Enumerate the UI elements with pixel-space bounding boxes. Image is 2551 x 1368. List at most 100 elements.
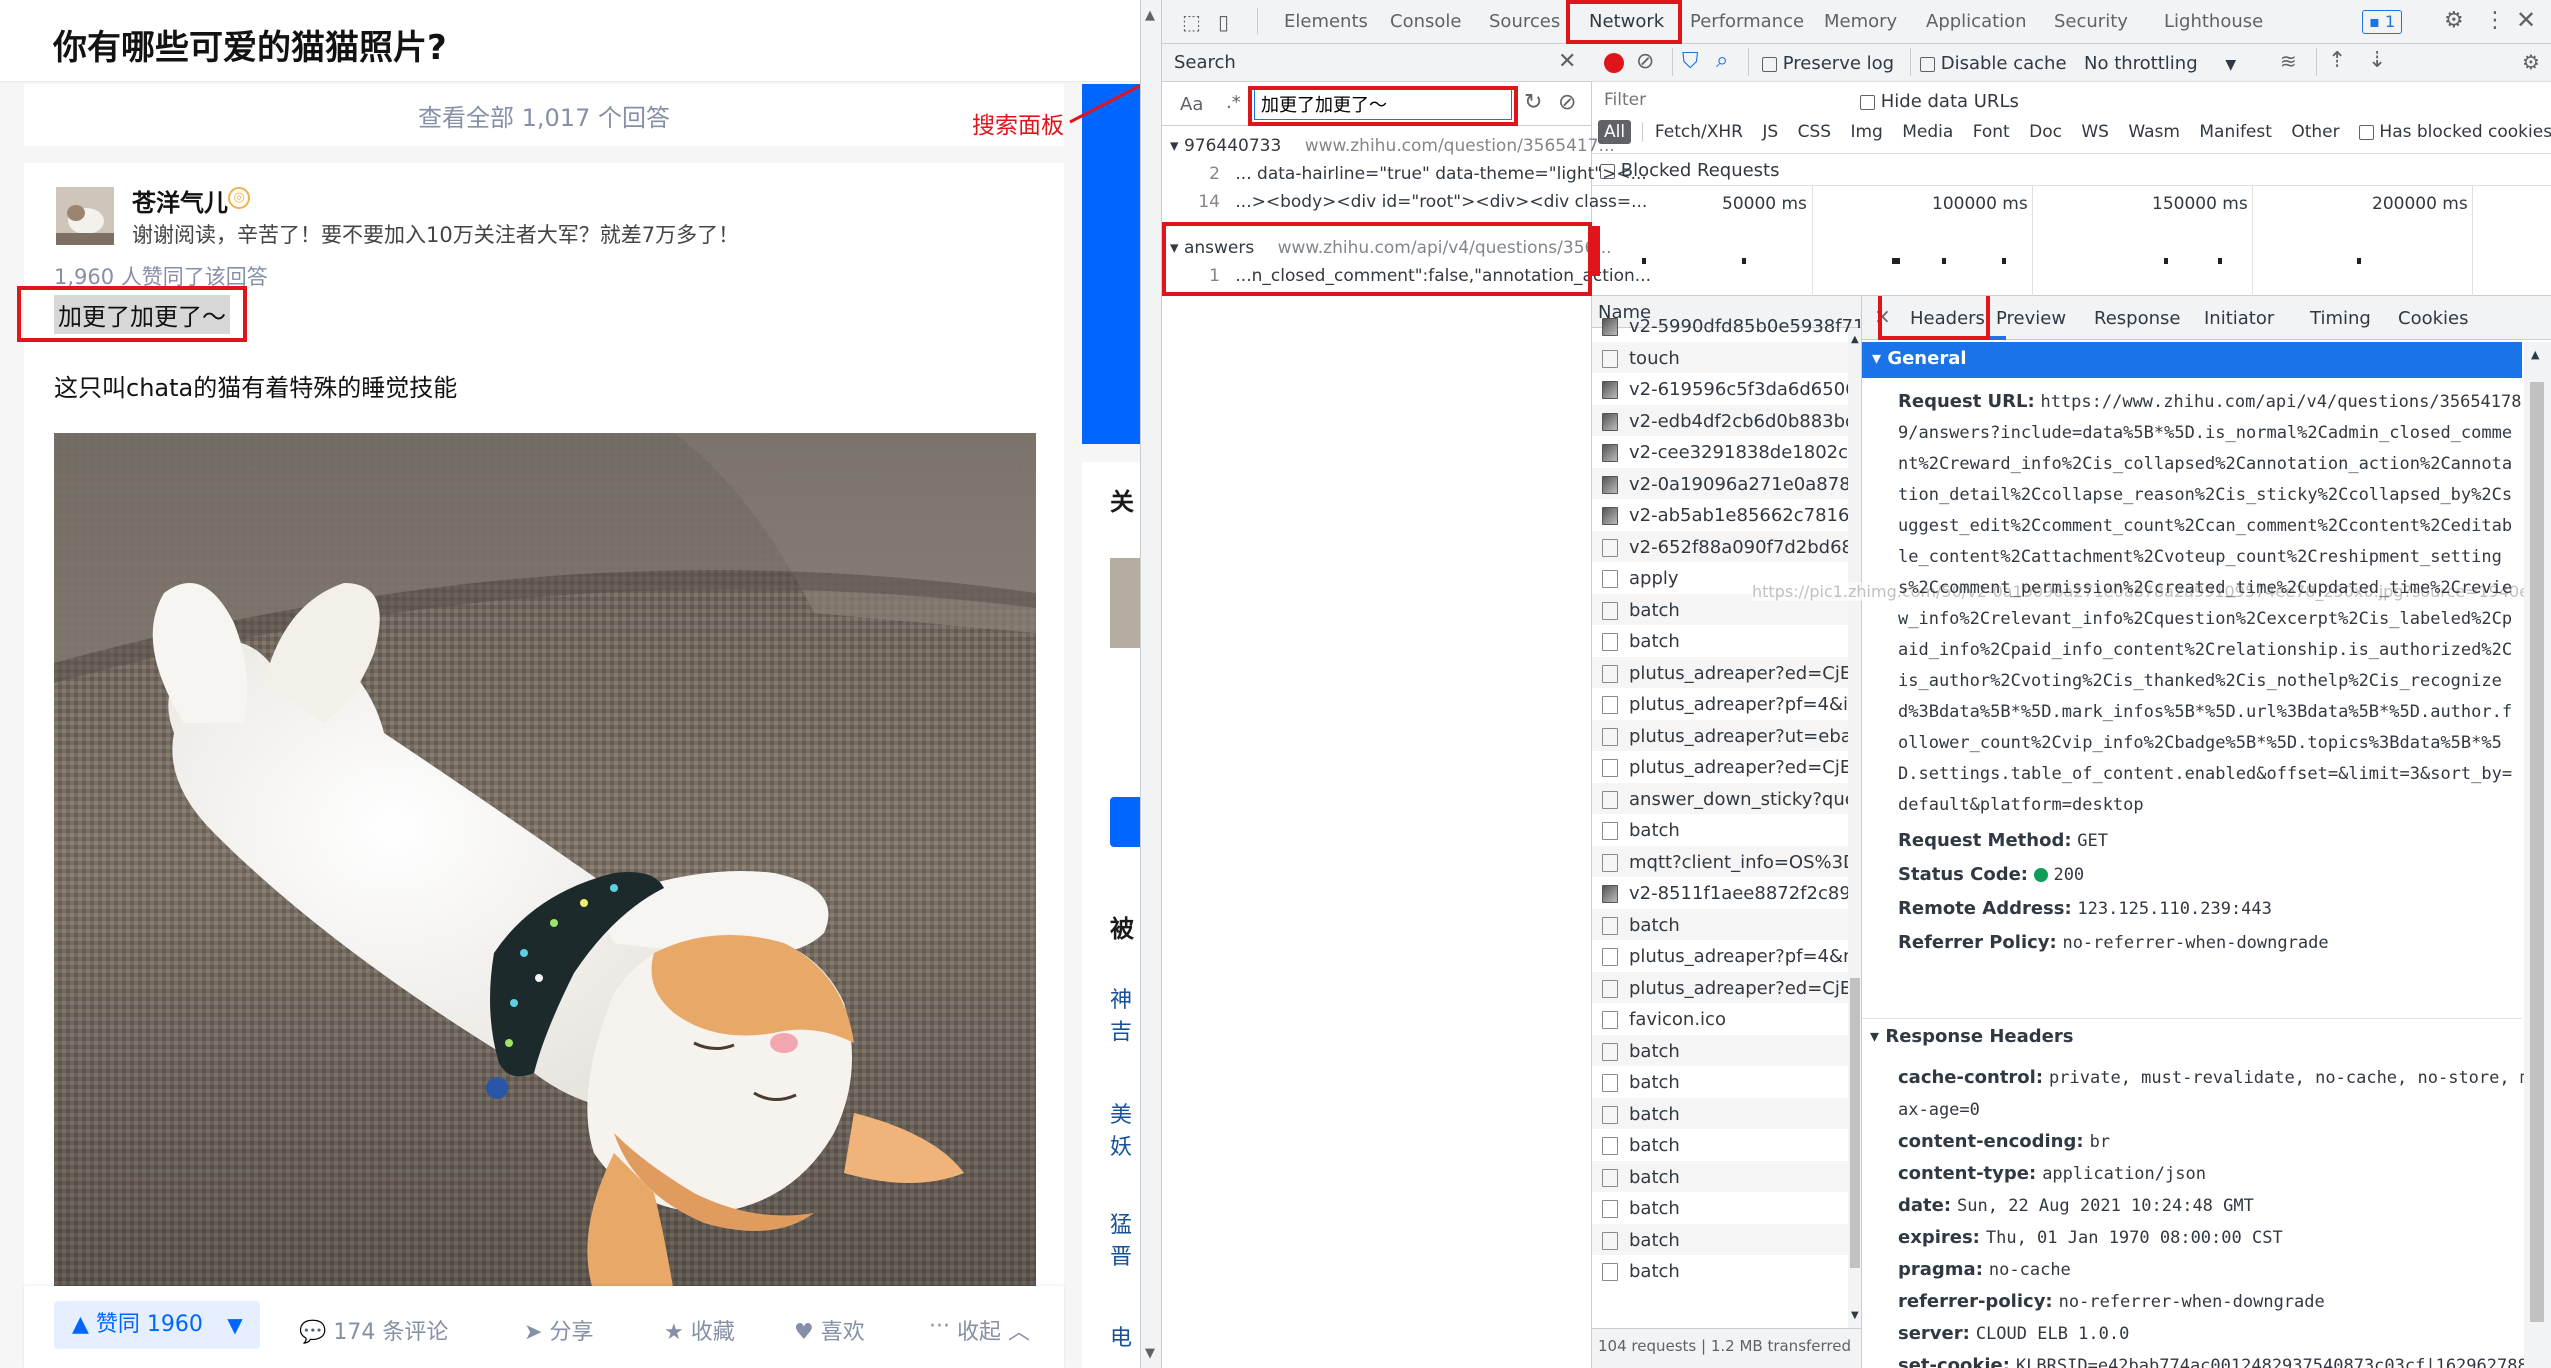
request-row[interactable]: touch [1592, 341, 1861, 373]
match-case-toggle[interactable]: Aa [1180, 94, 1203, 115]
request-row[interactable]: v2-edb4df2cb6d0b883bdaf07 [1592, 404, 1861, 436]
request-row[interactable]: v2-ab5ab1e85662c781630c01 [1592, 499, 1861, 531]
request-row[interactable]: favicon.ico [1592, 1003, 1861, 1035]
request-url-line[interactable]: s%2Ccomment_permission%2Ccreated_time%2C… [1898, 573, 2518, 604]
status-code-value[interactable]: 200 [2053, 865, 2084, 885]
filter-input[interactable] [1598, 86, 1838, 114]
tab-initiator[interactable]: Initiator [2204, 308, 2274, 329]
collapse-button[interactable]: 收起 ︿ [957, 1314, 1030, 1346]
throttling-select[interactable]: No throttling ▼ [2084, 53, 2236, 74]
scroll-up-icon[interactable]: ▲ [1851, 334, 1859, 345]
clear-search-icon[interactable]: ⊘ [1558, 90, 1576, 115]
question-title[interactable]: 你有哪些可爱的猫猫照片? [53, 20, 447, 69]
request-row[interactable]: mqtt?client_info=OS%3DWeb [1592, 845, 1861, 877]
request-url-line[interactable]: ollower_count%2Cvip_info%2Cbadge%5B*%5D.… [1898, 728, 2518, 759]
type-filter-all[interactable]: All [1598, 120, 1632, 144]
type-filter-media[interactable]: Media [1902, 122, 1953, 142]
request-row[interactable]: batch [1592, 1066, 1861, 1098]
settings-gear-icon[interactable]: ⚙ [2444, 8, 2464, 33]
request-row[interactable]: batch [1592, 625, 1861, 657]
request-row[interactable]: plutus_adreaper?ed=CjEEcx4v [1592, 656, 1861, 688]
request-row[interactable]: batch [1592, 1223, 1861, 1255]
scroll-down-icon[interactable]: ▼ [1851, 1310, 1859, 1321]
request-url-line[interactable]: is_author%2Cvoting%2Cis_thanked%2Cis_not… [1898, 666, 2518, 697]
request-url-line[interactable]: D.settings.table_of_content.enabled&offs… [1898, 759, 2518, 790]
sidebar-follow-button[interactable] [1110, 797, 1140, 847]
request-row[interactable]: batch [1592, 1192, 1861, 1224]
header-value[interactable]: br [2090, 1132, 2110, 1152]
blocked-requests-checkbox[interactable]: Blocked Requests [1600, 160, 1780, 181]
tab-console[interactable]: Console [1390, 11, 1461, 32]
request-row[interactable]: v2-619596c5f3da6d65061098 [1592, 373, 1861, 405]
request-url-line[interactable]: https://www.zhihu.com/api/v4/questions/3… [2040, 392, 2521, 412]
sidebar-link-3[interactable]: 猛晋 [1110, 1210, 1132, 1274]
tab-response[interactable]: Response [2094, 308, 2180, 329]
header-value[interactable]: CLOUD ELB 1.0.0 [1976, 1324, 2130, 1344]
request-row[interactable]: v2-cee3291838de1802c2ab58 [1592, 436, 1861, 468]
search-result-line[interactable]: 14 ...><body><div id="root"><div><div cl… [1190, 192, 1647, 212]
disable-cache-checkbox[interactable]: Disable cache [1920, 53, 2067, 74]
type-filter-wasm[interactable]: Wasm [2128, 122, 2180, 142]
type-filter-css[interactable]: CSS [1798, 122, 1831, 142]
close-search-icon[interactable]: ✕ [1558, 49, 1576, 74]
request-row[interactable]: batch [1592, 1255, 1861, 1287]
like-button[interactable]: ♥ 喜欢 [794, 1314, 865, 1346]
more-button[interactable]: ··· [929, 1314, 950, 1339]
request-row[interactable]: plutus_adreaper?ed=CjEEeB4. [1592, 971, 1861, 1003]
search-result-line[interactable]: 2 ... data-hairline="true" data-theme="l… [1190, 164, 1647, 184]
comments-button[interactable]: 💬 174 条评论 [299, 1314, 448, 1346]
type-filter-manifest[interactable]: Manifest [2199, 122, 2272, 142]
author-name[interactable]: 苍洋气儿 [132, 183, 228, 218]
tab-performance[interactable]: Performance [1690, 11, 1804, 32]
header-value[interactable]: application/json [2042, 1164, 2206, 1184]
scroll-up-icon[interactable]: ▲ [1145, 8, 1155, 23]
header-value[interactable]: private, must-revalidate, no-cache, no-s… [2049, 1068, 2530, 1088]
avatar[interactable] [56, 187, 114, 245]
record-icon[interactable] [1604, 53, 1624, 73]
issues-counter[interactable]: ▪ 1 [2362, 10, 2403, 34]
request-row[interactable]: plutus_adreaper?pf=4&idi=2C [1592, 688, 1861, 720]
cat-photo[interactable] [54, 433, 1036, 1293]
request-url-line[interactable]: w_info%2Crelevant_info%2Cquestion%2Cexce… [1898, 604, 2518, 635]
request-row[interactable]: plutus_adreaper?ed=CjEEcx4v [1592, 751, 1861, 783]
favorite-button[interactable]: ★ 收藏 [664, 1314, 735, 1346]
sidebar-thumb[interactable] [1110, 558, 1140, 648]
request-row[interactable]: answer_down_sticky?question [1592, 782, 1861, 814]
type-filter-font[interactable]: Font [1973, 122, 2010, 142]
devtools-splitter[interactable]: ▲ ▼ [1140, 0, 1162, 1368]
type-filter-other[interactable]: Other [2291, 122, 2339, 142]
tab-security[interactable]: Security [2054, 11, 2128, 32]
tab-memory[interactable]: Memory [1824, 11, 1897, 32]
device-toolbar-icon[interactable]: ▯ [1218, 10, 1229, 34]
checkbox[interactable] [1860, 94, 1875, 110]
has-blocked-cookies-checkbox[interactable] [2359, 124, 2375, 140]
header-value[interactable]: Sun, 22 Aug 2021 10:24:48 GMT [1957, 1196, 2254, 1216]
close-devtools-icon[interactable]: ✕ [2516, 6, 2536, 34]
request-url-line[interactable]: aid_info%2Cpaid_info_content%2Crelations… [1898, 635, 2518, 666]
sidebar-link-4[interactable]: 电 [1110, 1320, 1132, 1352]
request-url-line[interactable]: nt%2Creward_info%2Cis_collapsed%2Cannota… [1898, 449, 2518, 480]
inspect-element-icon[interactable]: ⬚ [1182, 10, 1201, 34]
header-value[interactable]: KLBRSID=e42bab774ac0012482937540873c03cf… [2016, 1356, 2528, 1368]
view-all-answers-link[interactable]: 查看全部 1,017 个回答 [24, 98, 1064, 133]
scrollbar-thumb[interactable] [1850, 978, 1860, 1268]
type-filter-ws[interactable]: WS [2081, 122, 2109, 142]
vote-up-button[interactable]: ▲ 赞同 1960 [54, 1301, 221, 1349]
vote-down-button[interactable]: ▼ [210, 1301, 260, 1349]
sidebar-link-1[interactable]: 神吉 [1110, 985, 1132, 1049]
request-row[interactable]: batch [1592, 1097, 1861, 1129]
request-url-line[interactable]: 9/answers?include=data%5B*%5D.is_normal%… [1898, 418, 2518, 449]
search-icon[interactable]: ⌕ [1716, 48, 1728, 73]
remote-address-value[interactable]: 123.125.110.239:443 [2077, 899, 2271, 919]
hide-data-urls-checkbox[interactable]: Hide data URLs [1860, 91, 2019, 112]
request-url-line[interactable]: default&platform=desktop [1898, 790, 2518, 821]
type-filter-img[interactable]: Img [1850, 122, 1882, 142]
search-result-file-1[interactable]: ▾ 976440733 www.zhihu.com/question/35654… [1170, 136, 1615, 156]
tab-cookies[interactable]: Cookies [2398, 308, 2468, 329]
checkbox[interactable] [1920, 56, 1935, 72]
tab-preview[interactable]: Preview [1996, 308, 2066, 329]
response-headers-section-header[interactable]: ▾ Response Headers [1870, 1026, 2073, 1047]
request-row[interactable]: batch [1592, 1034, 1861, 1066]
share-button[interactable]: ➤ 分享 [524, 1314, 593, 1346]
checkbox[interactable] [1600, 163, 1615, 179]
